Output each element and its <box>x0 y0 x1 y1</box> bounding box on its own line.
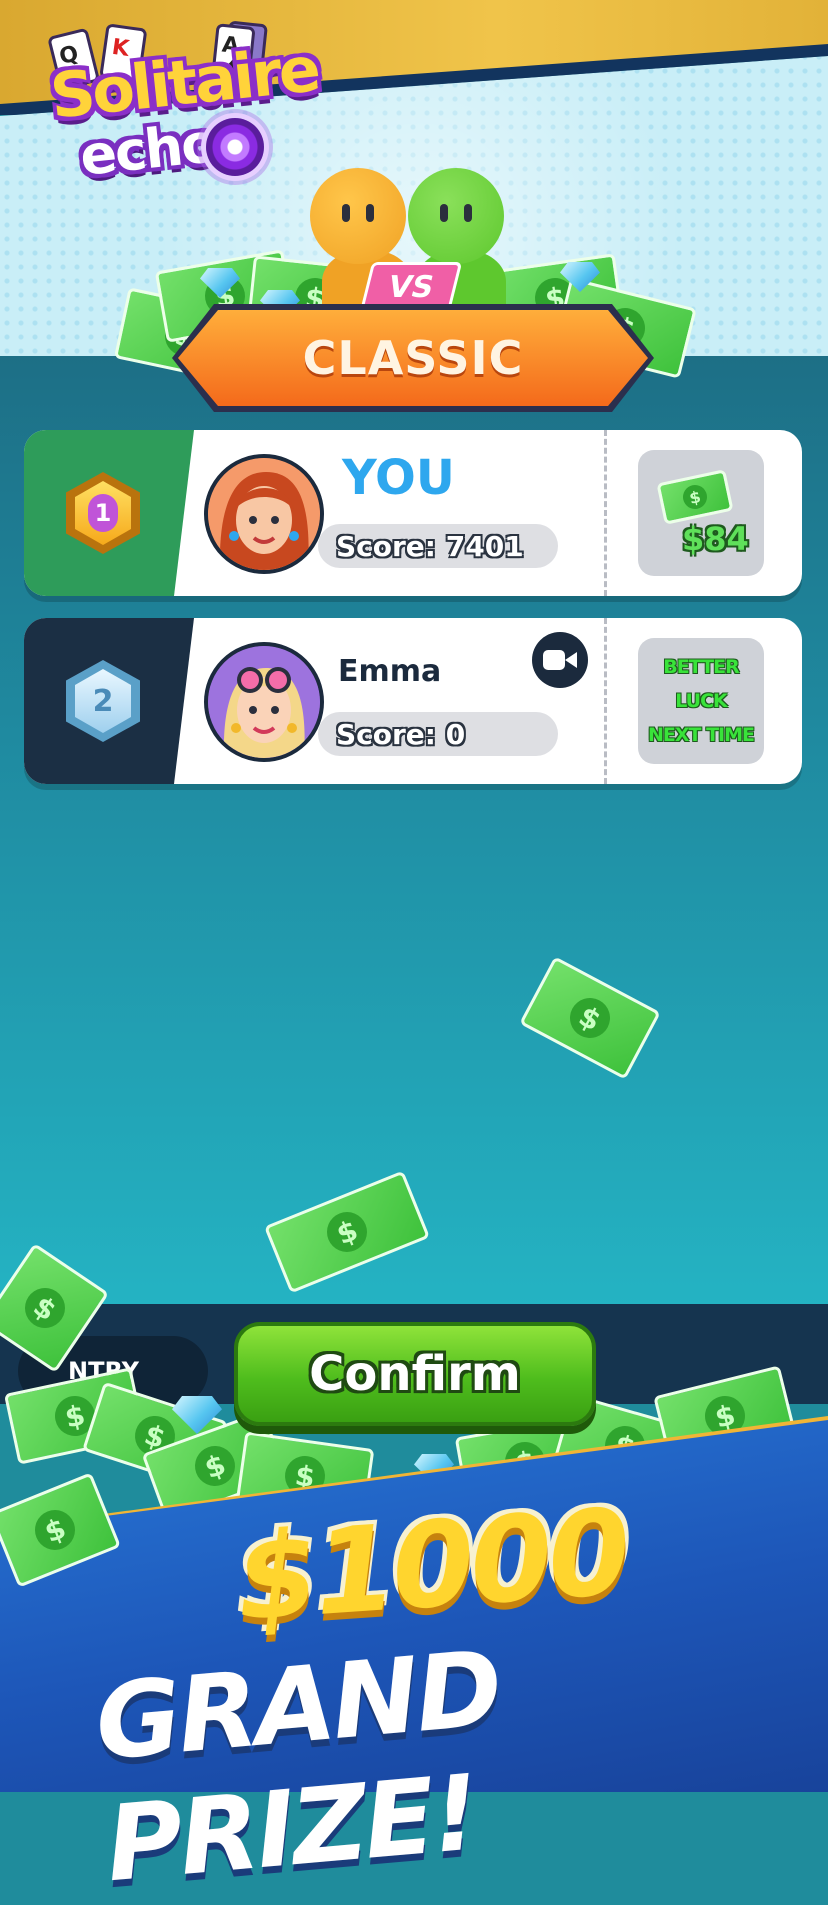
player-row-1: 1 YOU Score: 7401 $ $84 <box>24 430 802 596</box>
player-row-2: 2 Emma Score: 0 BETTER LUCK NEXT TIME <box>24 618 802 784</box>
replay-video-button[interactable] <box>532 632 588 688</box>
player-score: Score: 7401 <box>318 524 558 568</box>
result-line-1: BETTER LUCK <box>663 656 739 712</box>
player-score: Score: 0 <box>318 712 558 756</box>
orange-character-icon <box>310 168 406 264</box>
cash-bill-icon: $ <box>656 469 734 525</box>
result-message: BETTER LUCK NEXT TIME <box>638 638 764 764</box>
green-character-icon <box>408 168 504 264</box>
video-camera-icon <box>543 650 577 670</box>
player-name: YOU <box>342 450 455 506</box>
result-line-2: NEXT TIME <box>647 724 755 746</box>
confirm-button[interactable]: Confirm <box>234 1322 596 1426</box>
row-divider <box>604 430 607 596</box>
player-name: Emma <box>338 654 442 689</box>
row-divider <box>604 618 607 784</box>
echo-disc-icon <box>206 118 264 176</box>
rank-number: 2 <box>75 669 131 733</box>
rank-number: 1 <box>88 494 118 532</box>
mode-title: CLASSIC <box>302 331 524 385</box>
avatar <box>204 454 324 574</box>
avatar <box>204 642 324 762</box>
prize-box: $ $84 <box>638 450 764 576</box>
prize-amount: $84 <box>682 520 749 558</box>
